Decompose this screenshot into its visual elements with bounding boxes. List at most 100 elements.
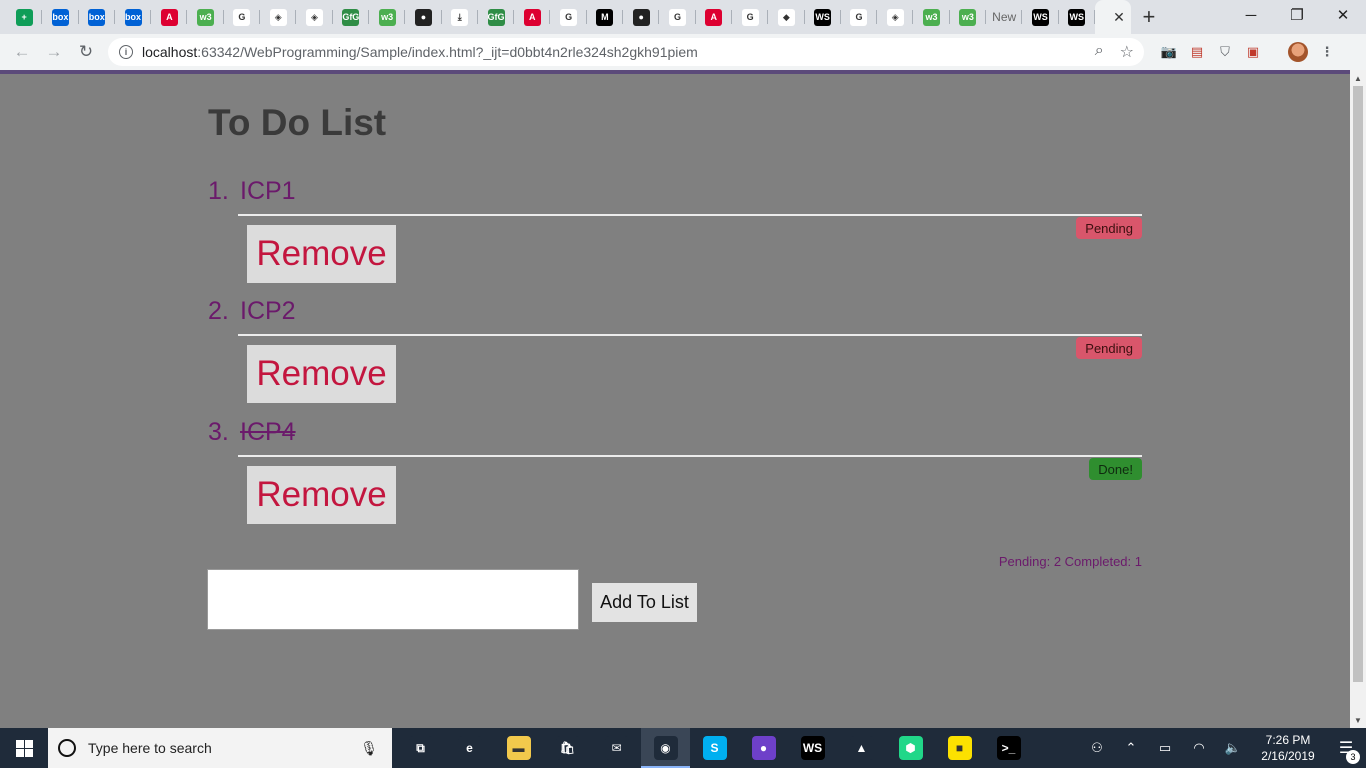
browser-tab[interactable]: G [550, 0, 588, 34]
chevron-up-icon[interactable]: ⌃ [1114, 740, 1148, 756]
scrollbar-thumb[interactable] [1353, 86, 1363, 682]
browser-tab[interactable]: w3 [187, 0, 225, 34]
windows-icon [15, 739, 33, 757]
todo-item: 2. ICP2 Pending Remove [208, 297, 1142, 417]
profile-avatar[interactable] [1288, 42, 1308, 62]
browser-tab[interactable]: New [986, 0, 1023, 34]
notification-icon[interactable]: ☰ 3 [1326, 738, 1366, 764]
browser-tab[interactable]: G [841, 0, 878, 34]
browser-tab[interactable]: WS [1022, 0, 1059, 34]
item-text[interactable]: ICP4 [240, 418, 296, 447]
pdf-icon[interactable]: ▤ [1188, 43, 1206, 61]
browser-tab[interactable]: ◆ [768, 0, 805, 34]
taskbar-app[interactable]: ■ [935, 728, 984, 768]
webstorm-icon: WS [1068, 8, 1086, 26]
shield-icon[interactable]: ⛉ [1216, 43, 1234, 61]
forward-icon[interactable]: → [38, 36, 70, 68]
status-badge: Done! [1089, 458, 1142, 480]
github-icon: ● [414, 8, 432, 26]
camera-icon[interactable]: 📷 [1160, 43, 1178, 61]
browser-tab[interactable]: M [587, 0, 624, 34]
restore-icon[interactable]: ❐ [1274, 0, 1320, 30]
taskbar-app[interactable]: S [690, 728, 739, 768]
taskbar-app[interactable]: ◉ [641, 728, 690, 768]
browser-tab[interactable]: ◈ [260, 0, 297, 34]
taskbar-app[interactable]: ⬢ [886, 728, 935, 768]
back-icon[interactable]: ← [6, 36, 38, 68]
browser-tab[interactable]: box [115, 0, 152, 34]
browser-tab[interactable]: G [732, 0, 769, 34]
bookmark-star-icon[interactable]: ☆ [1120, 42, 1134, 62]
remove-button[interactable]: Remove [247, 345, 396, 403]
task-counts: Pending: 2 Completed: 1 [998, 554, 1142, 569]
taskbar-app[interactable]: >_ [984, 728, 1033, 768]
item-text[interactable]: ICP1 [240, 177, 296, 206]
taskbar-app[interactable]: ● [739, 728, 788, 768]
new-tab-icon[interactable]: + [1131, 0, 1167, 34]
item-text[interactable]: ICP2 [240, 297, 296, 326]
add-to-list-button[interactable]: Add To List [592, 583, 697, 622]
browser-tab[interactable]: A [696, 0, 733, 34]
browser-tab[interactable]: box [42, 0, 79, 34]
browser-tab[interactable]: GfG [478, 0, 515, 34]
browser-tab[interactable]: w3 [369, 0, 406, 34]
w3schools-icon: w3 [197, 8, 215, 26]
taskbar-search[interactable]: Type here to search 🎙 [48, 728, 392, 768]
remove-button[interactable]: Remove [247, 225, 396, 283]
google-icon: G [741, 8, 759, 26]
sharkdoc-icon: ▲ [849, 736, 874, 760]
people-icon[interactable]: ⚇ [1080, 740, 1114, 756]
reload-icon[interactable]: ↻ [70, 36, 102, 68]
scroll-down-icon[interactable]: ▼ [1350, 712, 1366, 728]
google-icon: G [233, 8, 251, 26]
browser-tab[interactable]: ⤓ [442, 0, 479, 34]
extension-icon[interactable]: ▣ [1244, 43, 1262, 61]
new-item-input[interactable] [207, 569, 579, 630]
browser-tab[interactable]: ● [623, 0, 660, 34]
start-button[interactable] [0, 728, 48, 768]
zoom-icon[interactable]: ⌕ [1095, 42, 1104, 62]
taskbar-app[interactable]: e [445, 728, 494, 768]
clock[interactable]: 7:26 PM 2/16/2019 [1250, 732, 1326, 764]
active-tab[interactable]: ✕ [1094, 0, 1131, 34]
microphone-icon[interactable]: 🎙 [360, 740, 378, 757]
taskbar-app[interactable]: WS [788, 728, 837, 768]
download-icon: ⤓ [451, 8, 469, 26]
page-scrollbar[interactable]: ▲ ▼ [1350, 70, 1366, 728]
browser-tab[interactable]: A [151, 0, 188, 34]
address-bar[interactable]: i localhost:63342/WebProgramming/Sample/… [108, 38, 1144, 66]
battery-icon[interactable]: ▭ [1148, 740, 1182, 756]
browser-tab[interactable]: G [659, 0, 696, 34]
browser-tab[interactable]: G [224, 0, 261, 34]
taskbar-app[interactable]: ▲ [837, 728, 886, 768]
browser-tab[interactable]: box [79, 0, 116, 34]
browser-tab[interactable]: GfG [333, 0, 370, 34]
clock-time: 7:26 PM [1265, 733, 1311, 747]
browser-tab[interactable]: WS [1059, 0, 1096, 34]
browser-tab[interactable]: WS [805, 0, 842, 34]
browser-tab[interactable]: w3 [950, 0, 987, 34]
browser-tab[interactable]: ● [405, 0, 442, 34]
close-tab-icon[interactable]: ✕ [1113, 9, 1125, 26]
notification-count: 3 [1346, 750, 1360, 764]
url-text[interactable]: localhost:63342/WebProgramming/Sample/in… [142, 44, 698, 60]
browser-tab[interactable]: w3 [913, 0, 951, 34]
browser-tab[interactable]: ◈ [877, 0, 914, 34]
browser-tab[interactable]: ◈ [296, 0, 333, 34]
browser-tab[interactable]: + [6, 0, 43, 34]
minimize-icon[interactable]: ─ [1228, 0, 1274, 30]
taskbar-app[interactable]: ✉ [592, 728, 641, 768]
taskbar-app[interactable]: ⧉ [396, 728, 445, 768]
google-icon: G [560, 8, 578, 26]
menu-dots-icon[interactable]: ⋮ [1318, 43, 1336, 61]
scroll-up-icon[interactable]: ▲ [1350, 70, 1366, 86]
info-icon[interactable]: i [119, 45, 133, 59]
taskbar-app[interactable]: 🛍 [543, 728, 592, 768]
volume-icon[interactable]: 🔈 [1216, 740, 1250, 756]
status-badge: Pending [1076, 217, 1142, 239]
remove-button[interactable]: Remove [247, 466, 396, 524]
wifi-icon[interactable]: ◠ [1182, 740, 1216, 756]
close-window-icon[interactable]: ✕ [1320, 0, 1366, 30]
taskbar-app[interactable]: ▬ [494, 728, 543, 768]
browser-tab[interactable]: A [514, 0, 551, 34]
